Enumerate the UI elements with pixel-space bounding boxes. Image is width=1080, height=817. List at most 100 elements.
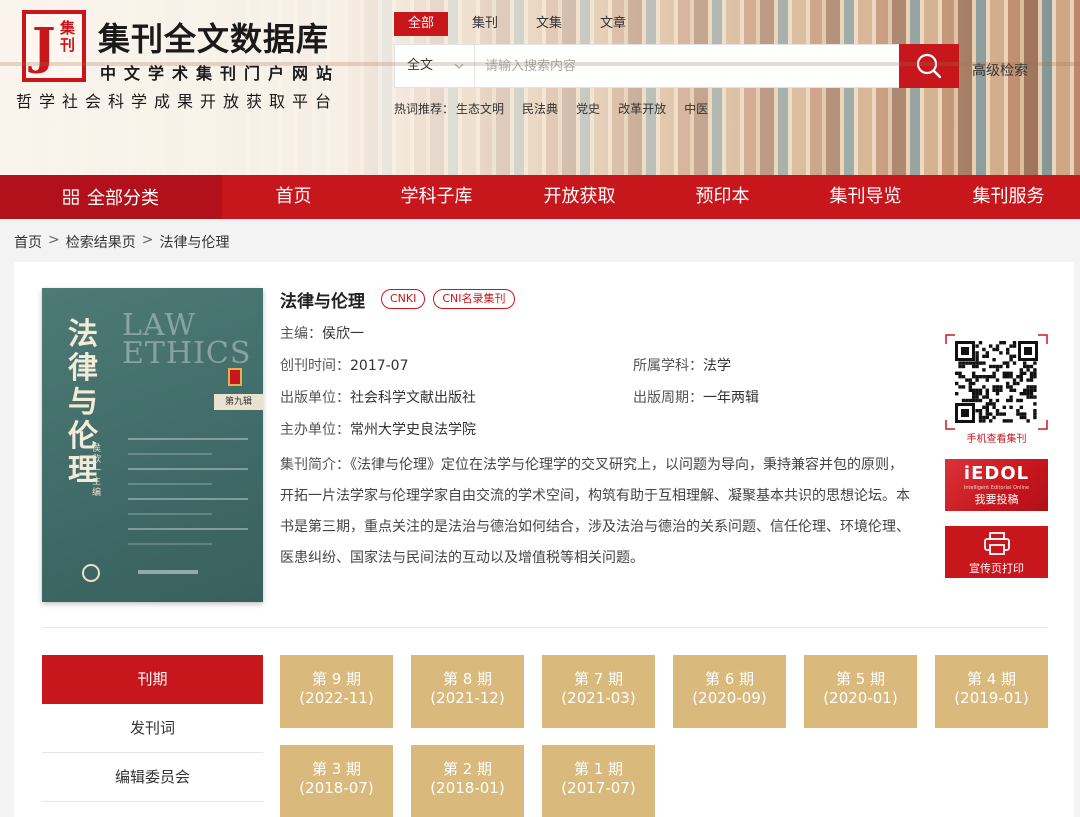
site-subtitle: 中文学术集刊门户网站 [100,64,341,83]
search-scope-value: 全文 [407,58,434,73]
search-type-tabs: 全部 集刊 文集 文章 [394,12,650,36]
hot-word[interactable]: 民法典 [522,100,558,117]
search-tab-article[interactable]: 文章 [586,12,640,36]
cover-contents-lines [128,438,248,558]
publisher-value: 社会科学文献出版社 [350,390,476,406]
all-categories-button[interactable]: 全部分类 [0,175,222,219]
breadcrumb-current: 法律与伦理 [159,235,230,251]
search-button[interactable] [899,44,959,88]
cover-publisher-seal [82,564,100,582]
subject-value: 法学 [703,358,731,374]
issue-date: (2021-03) [561,689,636,707]
issue-number: 第 6 期 [704,670,755,688]
chevron-down-icon [454,45,464,105]
cover-issue-label: 第九辑 [214,394,263,410]
nav-item-journal-service[interactable]: 集刊服务 [937,175,1080,219]
nav-item-subject-library[interactable]: 学科子库 [365,175,508,219]
site-title[interactable]: 集刊全文数据库 [98,14,329,60]
meta-row-founded: 创刊时间：2017-07 所属学科：法学 [280,358,731,374]
issue-card[interactable]: 第 9 期 (2022-11) [280,655,393,728]
issue-date: (2020-09) [692,689,767,707]
qr-code-icon [945,334,1048,430]
logo-mark-chars: 集刊 [60,19,76,54]
grid-icon [63,189,79,205]
issue-date: (2021-12) [430,689,505,707]
qr-code-block: 手机查看集刊 [945,334,1048,445]
meta-editor: 主编： 侯欣一 [280,318,920,350]
journal-title-row: 法律与伦理 CNKI CNI名录集刊 [280,286,920,312]
issue-date: (2019-01) [954,689,1029,707]
search-tab-journal[interactable]: 集刊 [458,12,512,36]
side-menu-issues[interactable]: 刊期 [42,655,263,704]
issue-date: (2018-07) [299,779,374,797]
nav-item-open-access[interactable]: 开放获取 [508,175,651,219]
issue-card[interactable]: 第 1 期 (2017-07) [542,745,655,817]
submit-label: 我要投稿 [974,493,1019,506]
breadcrumb-home[interactable]: 首页 [14,232,42,252]
logo-letter: J [32,16,56,75]
submit-manuscript-button[interactable]: iEDOL Intelligent Editorial Online 我要投稿 [945,459,1048,511]
meta-row-publisher: 出版单位：社会科学文献出版社 出版周期：一年两辑 [280,390,759,406]
breadcrumb: 首页 > 检索结果页 > 法律与伦理 [14,232,229,252]
tag-cni[interactable]: CNI名录集刊 [433,289,515,309]
search-tab-collection[interactable]: 文集 [522,12,576,36]
journal-title: 法律与伦理 [280,291,365,312]
intro-text: 《法律与伦理》定位在法学与伦理学的交叉研究上，以问题为导向，秉持兼容并包的原则，… [280,457,910,566]
tag-cnki[interactable]: CNKI [381,289,426,309]
issue-card[interactable]: 第 8 期 (2021-12) [411,655,524,728]
issue-number: 第 3 期 [311,760,362,778]
side-menu-editorial-board[interactable]: 编辑委员会 [42,753,263,802]
issue-card[interactable]: 第 2 期 (2018-01) [411,745,524,817]
search-tab-all[interactable]: 全部 [394,12,448,36]
main-nav: 全部分类 首页 学科子库 开放获取 预印本 集刊导览 集刊服务 [0,175,1080,219]
hot-word[interactable]: 生态文明 [456,100,504,117]
printer-icon [983,532,1010,555]
issue-number: 第 8 期 [442,670,493,688]
side-menu-foreword[interactable]: 发刊词 [42,704,263,753]
issue-card[interactable]: 第 6 期 (2020-09) [673,655,786,728]
nav-item-home[interactable]: 首页 [222,175,365,219]
advanced-search-link[interactable]: 高级检索 [972,60,1028,80]
issue-date: (2022-11) [299,689,374,707]
search-bar: 全文 [394,44,959,88]
all-categories-label: 全部分类 [87,188,159,209]
issue-date: (2020-01) [823,689,898,707]
search-icon [916,53,942,79]
host-value: 常州大学史良法学院 [350,422,476,438]
breadcrumb-search-results[interactable]: 检索结果页 [66,232,136,252]
search-input[interactable] [475,45,899,87]
issue-card[interactable]: 第 5 期 (2020-01) [804,655,917,728]
founded-value: 2017-07 [350,358,409,374]
issue-number: 第 1 期 [573,760,624,778]
hot-words: 热词推荐： 生态文明 民法典 党史 改革开放 中医 [394,100,726,117]
hot-words-label: 热词推荐： [394,102,455,116]
issue-card[interactable]: 第 3 期 (2018-07) [280,745,393,817]
qr-caption: 手机查看集刊 [966,434,1027,445]
edol-logo: iEDOL [963,463,1030,484]
nav-item-journal-guide[interactable]: 集刊导览 [794,175,937,219]
cover-logo-mark [228,368,242,386]
issue-number: 第 2 期 [442,760,493,778]
cover-publisher-name [138,570,198,574]
search-scope-select[interactable]: 全文 [395,45,475,87]
journal-card: LAW ETHICS 法律与伦理 第九辑 侯欣一 主编 法律与伦理 CNKI C… [14,262,1074,817]
hot-word[interactable]: 中医 [684,100,708,117]
issue-number: 第 5 期 [835,670,886,688]
journal-side-menu: 刊期 发刊词 编辑委员会 [42,655,263,802]
cover-latin-title: LAW ETHICS [122,308,252,371]
print-flyer-button[interactable]: 宣传页打印 [945,526,1048,578]
nav-items: 首页 学科子库 开放获取 预印本 集刊导览 集刊服务 [222,175,1080,219]
issue-card[interactable]: 第 7 期 (2021-03) [542,655,655,728]
edol-tagline: Intelligent Editorial Online [963,485,1030,491]
issue-number: 第 9 期 [311,670,362,688]
site-logo-mark[interactable]: J 集刊 [22,10,86,82]
issue-card[interactable]: 第 4 期 (2019-01) [935,655,1048,728]
nav-item-preprint[interactable]: 预印本 [651,175,794,219]
breadcrumb-separator: > [48,232,60,248]
meta-host: 主办单位： 常州大学史良法学院 [280,414,920,446]
print-label: 宣传页打印 [969,562,1024,575]
hot-word[interactable]: 党史 [576,100,600,117]
hot-word[interactable]: 改革开放 [618,100,666,117]
issue-date: (2018-01) [430,779,505,797]
issue-number: 第 7 期 [573,670,624,688]
